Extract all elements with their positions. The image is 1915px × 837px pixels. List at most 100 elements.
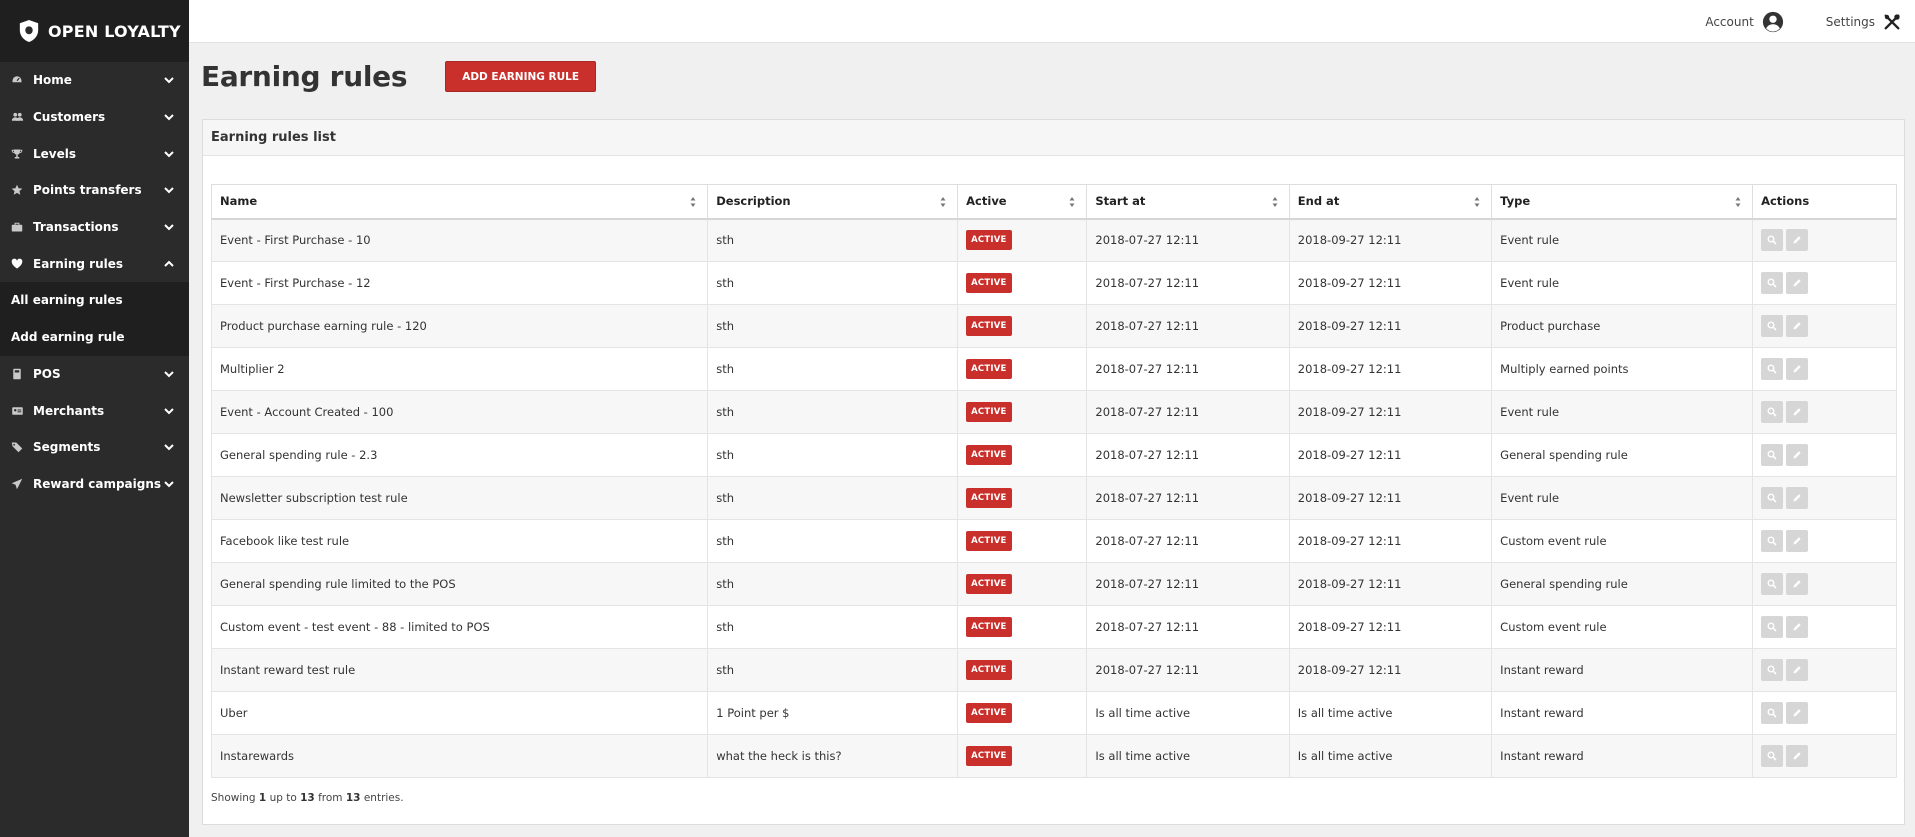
- search-icon: [1767, 450, 1777, 460]
- pencil-icon: [1792, 364, 1802, 374]
- edit-button[interactable]: [1786, 358, 1809, 380]
- sort-icon[interactable]: [939, 196, 947, 208]
- column-header-description[interactable]: Description: [707, 184, 959, 220]
- view-button[interactable]: [1761, 530, 1784, 552]
- view-button[interactable]: [1761, 358, 1784, 380]
- sidebar-item-reward-campaigns[interactable]: Reward campaigns: [0, 466, 189, 503]
- sidebar-item-home[interactable]: Home: [0, 62, 189, 99]
- view-button[interactable]: [1761, 659, 1784, 681]
- view-button[interactable]: [1761, 745, 1784, 767]
- edit-button[interactable]: [1786, 659, 1809, 681]
- edit-button[interactable]: [1786, 229, 1809, 252]
- view-button[interactable]: [1761, 315, 1784, 337]
- rule-actions: [1752, 734, 1897, 778]
- edit-button[interactable]: [1786, 530, 1809, 552]
- column-header-start-at[interactable]: Start at: [1086, 184, 1290, 220]
- status-badge: ACTIVE: [966, 273, 1012, 293]
- rule-name: Multiplier 2: [210, 347, 709, 391]
- rule-description: sth: [707, 390, 959, 434]
- edit-button[interactable]: [1786, 272, 1809, 294]
- search-icon: [1767, 321, 1777, 331]
- table-row: Newsletter subscription test rule sth ACTI…: [210, 476, 1897, 520]
- chevron-down-icon: [164, 444, 174, 451]
- view-button[interactable]: [1761, 272, 1784, 294]
- trophy-icon: [10, 147, 24, 161]
- edit-button[interactable]: [1786, 401, 1809, 423]
- sidebar-item-label: Points transfers: [33, 183, 142, 198]
- rule-end-at: 2018-09-27 12:11: [1288, 433, 1493, 477]
- search-icon: [1767, 665, 1777, 675]
- sidebar: OPEN LOYALTY Home Customers Levels Points t…: [0, 0, 189, 837]
- rule-name: Custom event - test event - 88 - limited…: [210, 605, 709, 649]
- column-header-active[interactable]: Active: [957, 184, 1088, 220]
- sidebar-item-transactions[interactable]: Transactions: [0, 209, 189, 246]
- sidebar-item-segments[interactable]: Segments: [0, 429, 189, 466]
- sidebar-item-label: Reward campaigns: [33, 476, 162, 491]
- account-menu[interactable]: Account: [1705, 11, 1783, 33]
- brand-logo[interactable]: OPEN LOYALTY: [0, 0, 189, 62]
- status-badge: ACTIVE: [966, 402, 1012, 422]
- rule-start-at: 2018-07-27 12:11: [1086, 605, 1290, 649]
- status-badge: ACTIVE: [966, 617, 1012, 637]
- rule-actions: [1752, 390, 1897, 434]
- rule-description: sth: [707, 218, 959, 262]
- view-button[interactable]: [1761, 573, 1784, 595]
- rule-start-at: 2018-07-27 12:11: [1086, 433, 1290, 477]
- pencil-icon: [1792, 321, 1802, 331]
- edit-button[interactable]: [1786, 616, 1809, 638]
- settings-menu[interactable]: Settings: [1826, 13, 1901, 31]
- pencil-icon: [1792, 579, 1802, 589]
- sort-icon[interactable]: [1734, 196, 1742, 208]
- column-header-type[interactable]: Type: [1491, 184, 1754, 220]
- topbar: Account Settings: [189, 0, 1915, 43]
- column-header-end-at[interactable]: End at: [1288, 184, 1493, 220]
- view-button[interactable]: [1761, 702, 1784, 724]
- rule-type: Event rule: [1491, 261, 1754, 305]
- edit-button[interactable]: [1786, 702, 1809, 724]
- rule-name: Instant reward test rule: [210, 648, 709, 692]
- view-button[interactable]: [1761, 444, 1784, 466]
- edit-button[interactable]: [1786, 745, 1809, 767]
- add-earning-rule-button[interactable]: ADD EARNING RULE: [445, 61, 597, 92]
- edit-button[interactable]: [1786, 444, 1809, 466]
- search-icon: [1767, 751, 1777, 761]
- sidebar-item-pos[interactable]: POS: [0, 356, 189, 393]
- view-button[interactable]: [1761, 616, 1784, 638]
- sort-icon[interactable]: [1068, 196, 1076, 208]
- sidebar-item-merchants[interactable]: Merchants: [0, 392, 189, 429]
- sort-icon[interactable]: [1271, 196, 1279, 208]
- status-badge: ACTIVE: [966, 703, 1012, 723]
- column-header-name[interactable]: Name: [210, 184, 709, 220]
- sort-icon[interactable]: [1473, 196, 1481, 208]
- star-icon: [10, 183, 24, 197]
- edit-button[interactable]: [1786, 573, 1809, 595]
- sidebar-item-points-transfers[interactable]: Points transfers: [0, 172, 189, 209]
- table-row: Custom event - test event - 88 - limited…: [210, 605, 1897, 649]
- sidebar-item-customers[interactable]: Customers: [0, 99, 189, 136]
- sort-icon[interactable]: [689, 196, 697, 208]
- rule-name: General spending rule limited to the POS: [210, 562, 709, 606]
- rule-actions: [1752, 519, 1897, 563]
- view-button[interactable]: [1761, 487, 1784, 509]
- rule-name: Newsletter subscription test rule: [210, 476, 709, 520]
- view-button[interactable]: [1761, 229, 1784, 252]
- search-icon: [1767, 278, 1777, 288]
- sidebar-item-label: Earning rules: [33, 256, 124, 271]
- sidebar-item-earning-rules[interactable]: Earning rules: [0, 245, 189, 282]
- sidebar-subitem-add-earning-rule[interactable]: Add earning rule: [0, 318, 189, 356]
- rule-type: Event rule: [1491, 476, 1754, 520]
- search-icon: [1767, 407, 1777, 417]
- edit-button[interactable]: [1786, 487, 1809, 509]
- rule-end-at: 2018-09-27 12:11: [1288, 562, 1493, 606]
- rule-start-at: 2018-07-27 12:11: [1086, 347, 1290, 391]
- view-button[interactable]: [1761, 401, 1784, 423]
- sidebar-subitem-all-earning-rules[interactable]: All earning rules: [0, 282, 189, 319]
- table-row: Event - First Purchase - 10 sth ACTIVE 2018…: [210, 218, 1897, 262]
- status-badge: ACTIVE: [966, 230, 1012, 251]
- edit-button[interactable]: [1786, 315, 1809, 337]
- rule-end-at: 2018-09-27 12:11: [1288, 347, 1493, 391]
- sidebar-item-levels[interactable]: Levels: [0, 135, 189, 172]
- status-badge: ACTIVE: [966, 660, 1012, 680]
- rule-start-at: Is all time active: [1086, 734, 1290, 778]
- table-row: Multiplier 2 sth ACTIVE 2018-07-27 12:11 201…: [210, 347, 1897, 391]
